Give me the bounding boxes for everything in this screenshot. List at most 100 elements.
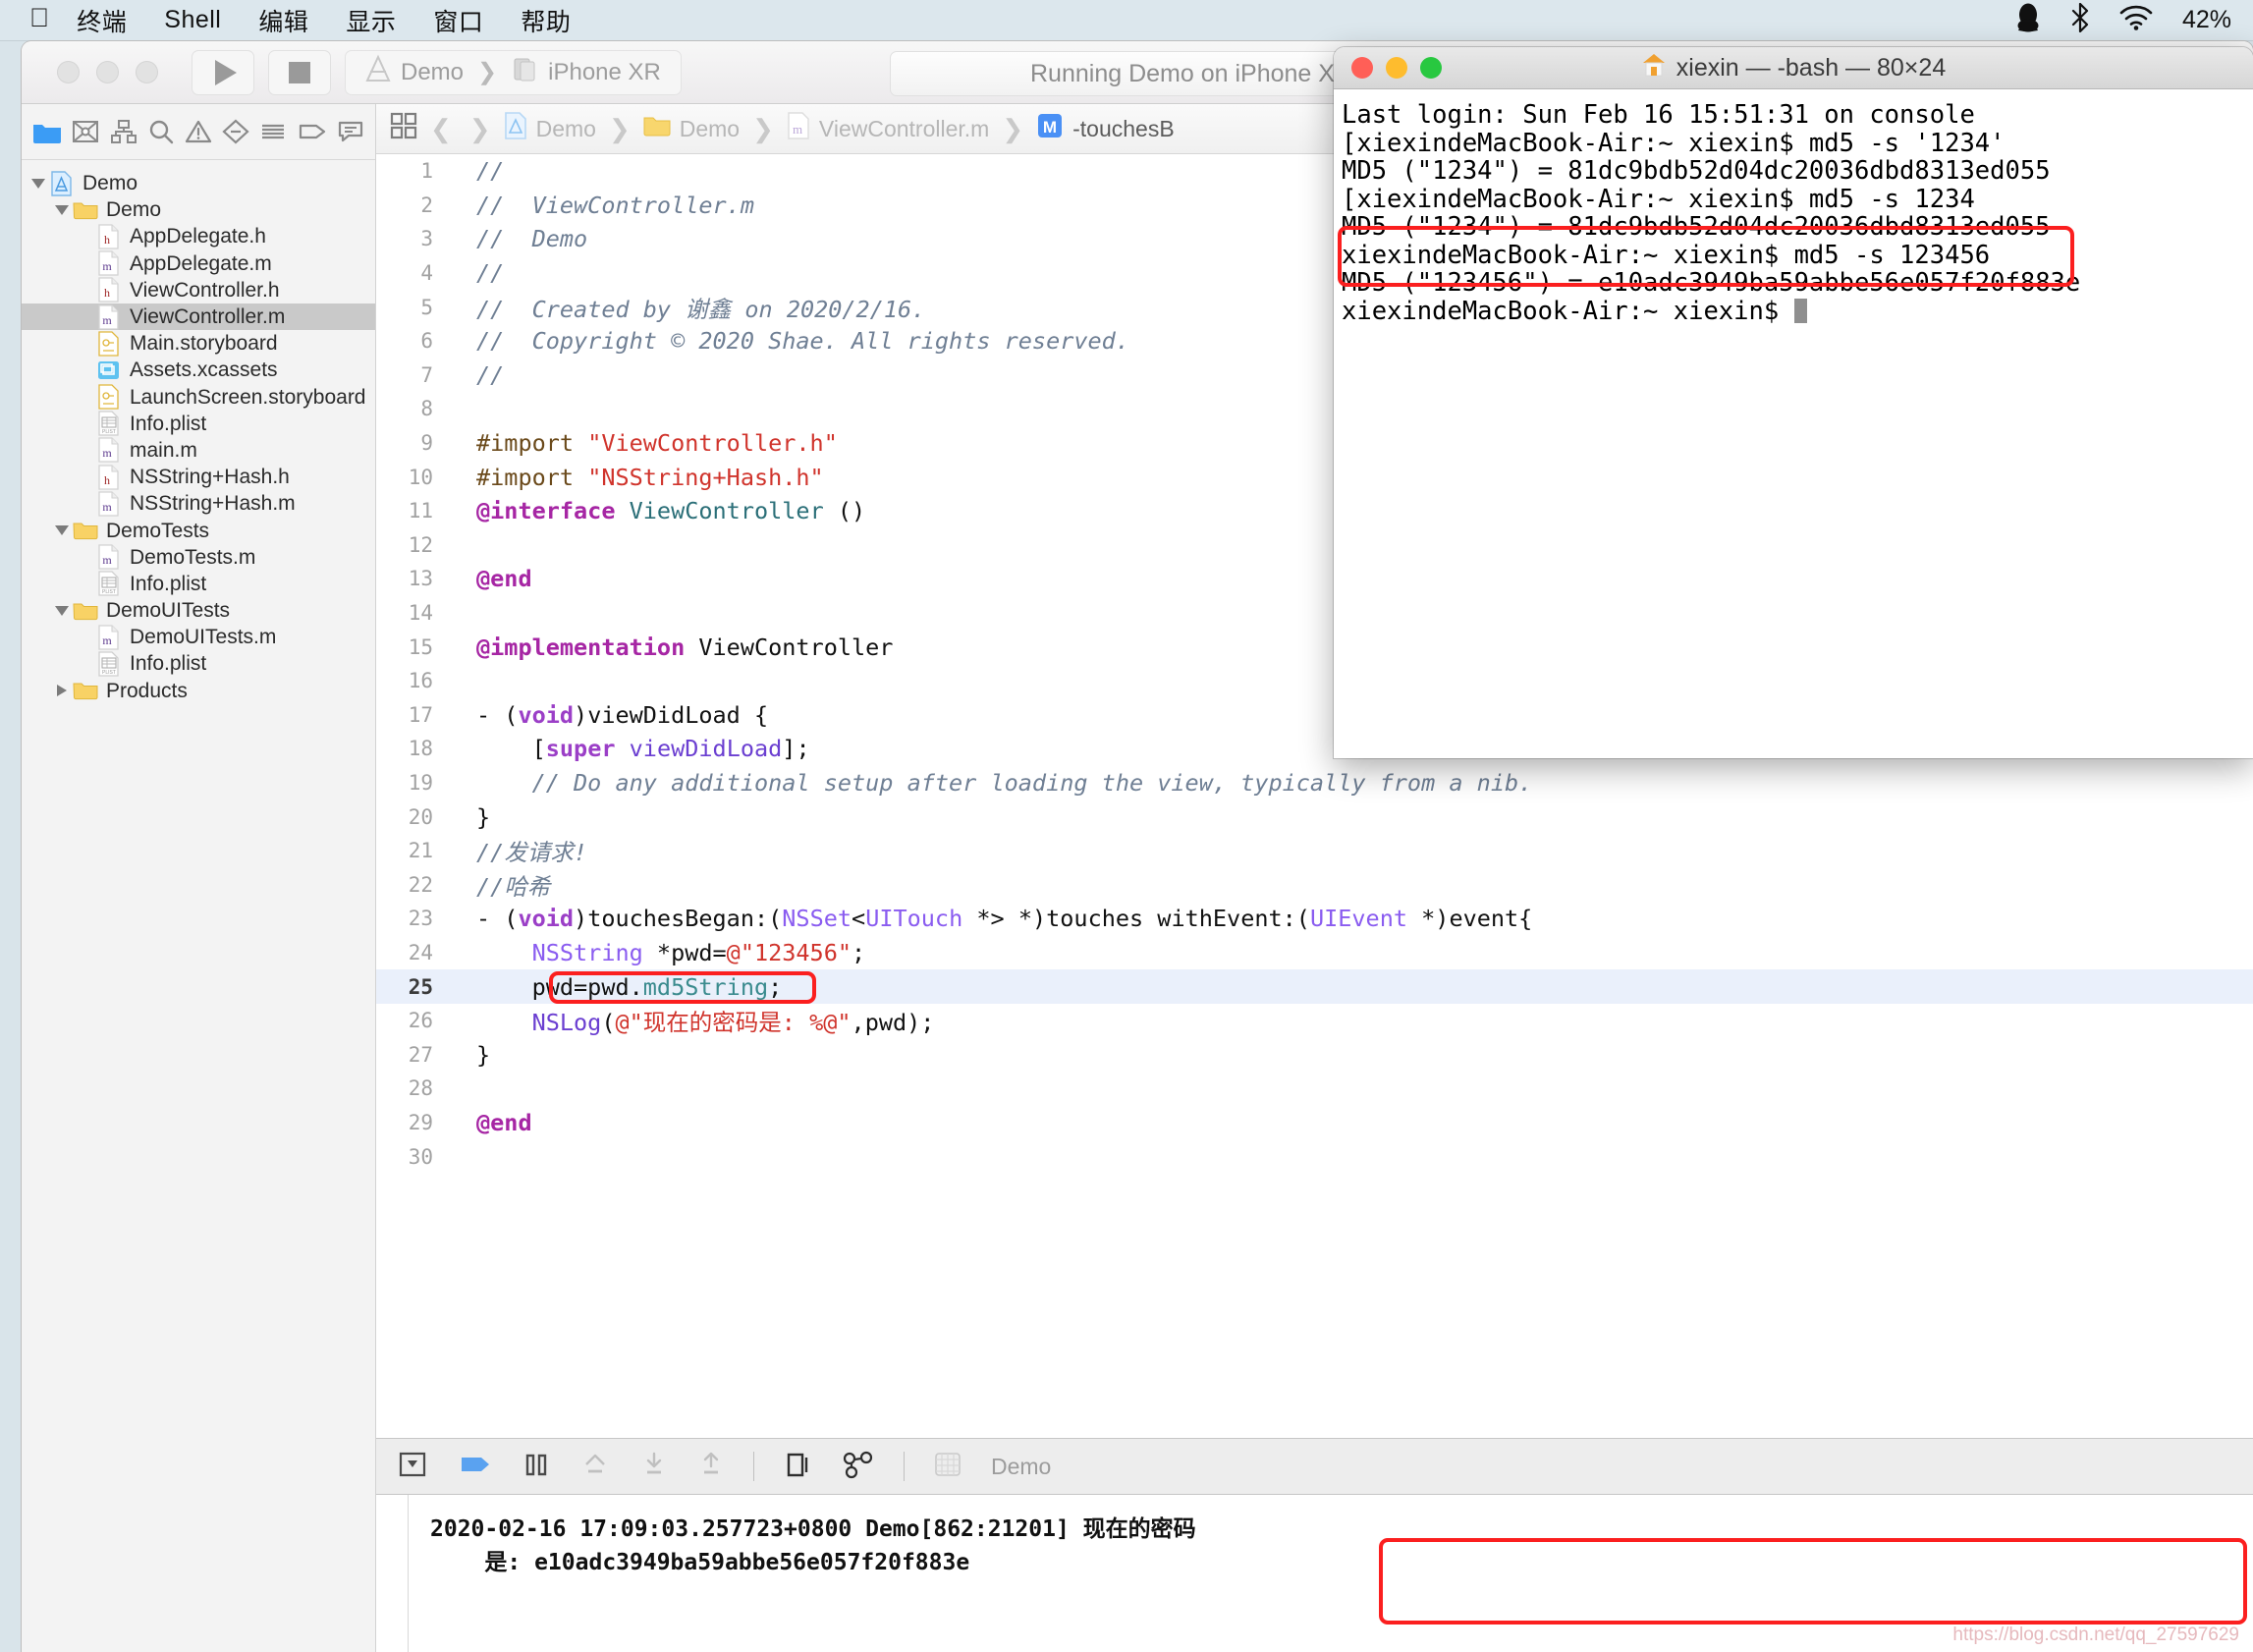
menu-item-view[interactable]: 显示	[346, 3, 396, 38]
tree-item-demouitests-m[interactable]: m DemoUITests.m	[22, 624, 375, 650]
tree-item-nsstring-hash-h[interactable]: h NSString+Hash.h	[22, 464, 375, 490]
disclosure-triangle-open-icon[interactable]	[51, 605, 73, 616]
view-debug-icon[interactable]	[782, 1450, 813, 1484]
menu-item-window[interactable]: 窗口	[433, 3, 483, 38]
minus-diamond-icon[interactable]	[222, 119, 249, 144]
step-into-icon[interactable]	[639, 1450, 669, 1484]
terminal-cursor	[1793, 298, 1807, 323]
run-button[interactable]	[192, 49, 254, 95]
bluetooth-icon[interactable]	[2070, 2, 2090, 37]
search-icon[interactable]	[147, 119, 175, 144]
tree-item-demotests[interactable]: DemoTests	[22, 517, 375, 543]
list-icon[interactable]	[259, 119, 287, 144]
close-button[interactable]	[57, 61, 80, 83]
pause-icon[interactable]	[522, 1450, 551, 1484]
issue-warning-icon[interactable]	[185, 119, 212, 144]
menu-item-help[interactable]: 帮助	[521, 3, 571, 38]
code-line[interactable]: 28	[376, 1072, 2253, 1106]
warning-crossed-icon[interactable]	[72, 119, 99, 144]
code-line[interactable]: 23 - (void)touchesBegan:(NSSet<UITouch *>…	[376, 902, 2253, 936]
disclosure-triangle-closed-icon[interactable]	[51, 685, 73, 697]
disclosure-triangle-open-icon[interactable]	[51, 204, 73, 215]
tree-item-launchscreen-storyboard[interactable]: LaunchScreen.storyboard	[22, 384, 375, 411]
impl-file-icon: m	[96, 303, 122, 330]
tree-item-nsstring-hash-m[interactable]: m NSString+Hash.m	[22, 490, 375, 517]
tree-item-demo[interactable]: Demo	[22, 196, 375, 223]
zoom-button[interactable]	[136, 61, 158, 83]
code-line[interactable]: 21 //发请求!	[376, 834, 2253, 868]
tree-item-appdelegate-m[interactable]: m AppDelegate.m	[22, 250, 375, 277]
code-line[interactable]: 24 NSString *pwd=@"123456";	[376, 936, 2253, 970]
tree-item-viewcontroller-m[interactable]: m ViewController.m	[22, 303, 375, 331]
tree-item-info-plist[interactable]: PLIST Info.plist	[22, 411, 375, 437]
tree-item-info-plist[interactable]: PLIST Info.plist	[22, 571, 375, 597]
chevron-right-icon[interactable]: ❯	[469, 114, 491, 144]
penguin-icon[interactable]	[2015, 3, 2041, 37]
tree-item-label: Products	[106, 679, 188, 702]
code-line[interactable]: 22 //哈希	[376, 867, 2253, 902]
tree-item-main-storyboard[interactable]: Main.storyboard	[22, 330, 375, 357]
menu-item-terminal[interactable]: 终端	[77, 3, 127, 38]
folder-icon[interactable]	[32, 119, 62, 144]
tree-item-appdelegate-h[interactable]: h AppDelegate.h	[22, 223, 375, 249]
breadcrumb-project[interactable]: Demo	[504, 112, 596, 145]
menu-item-edit[interactable]: 编辑	[258, 3, 308, 38]
minimize-button[interactable]	[96, 61, 119, 83]
terminal-output[interactable]: Last login: Sun Feb 16 15:51:31 on conso…	[1334, 89, 2253, 325]
apple-logo-icon[interactable]: 	[29, 5, 49, 31]
code-token: ViewController	[685, 633, 894, 661]
tree-item-products[interactable]: Products	[22, 678, 375, 704]
breadcrumb-symbol[interactable]: M -touchesB	[1036, 112, 1175, 145]
code-line[interactable]: 25 pwd=pwd.md5String;	[376, 969, 2253, 1004]
macos-menu-bar:  终端 Shell 编辑 显示 窗口 帮助 42%	[0, 0, 2253, 41]
code-text: // Demo	[447, 225, 587, 252]
breadcrumb-file[interactable]: m ViewController.m	[787, 112, 989, 145]
code-token: @interface	[476, 497, 616, 525]
comment-icon[interactable]	[337, 119, 364, 144]
code-token: void	[518, 905, 575, 933]
code-text: #import "ViewController.h"	[447, 429, 838, 457]
code-token: *)event{	[1407, 905, 1533, 933]
tree-item-demotests-m[interactable]: m DemoTests.m	[22, 544, 375, 571]
window-traffic-lights[interactable]	[57, 61, 158, 83]
code-line[interactable]: 19 // Do any additional setup after load…	[376, 766, 2253, 800]
svg-text:h: h	[104, 286, 110, 300]
tree-item-viewcontroller-h[interactable]: h ViewController.h	[22, 277, 375, 303]
tag-icon[interactable]	[298, 119, 327, 144]
project-navigator-tree[interactable]: Demo Demo h AppDelegate.h m AppDelegate.m h Vie…	[22, 160, 375, 1652]
tree-item-demouitests[interactable]: DemoUITests	[22, 597, 375, 624]
tree-item-label: Info.plist	[130, 572, 207, 595]
code-line[interactable]: 26 NSLog(@"现在的密码是: %@",pwd);	[376, 1004, 2253, 1038]
tree-item-demo[interactable]: Demo	[22, 170, 375, 196]
disclosure-triangle-open-icon[interactable]	[27, 178, 49, 189]
tree-item-label: Info.plist	[130, 412, 207, 435]
step-over-icon[interactable]	[578, 1450, 612, 1484]
disclosure-triangle-open-icon[interactable]	[51, 525, 73, 536]
hierarchy-icon[interactable]	[110, 119, 137, 144]
tree-item-main-m[interactable]: m main.m	[22, 437, 375, 464]
code-token: // ViewController.m	[476, 191, 754, 219]
folder-yellow-icon	[73, 598, 98, 624]
code-line[interactable]: 27}	[376, 1037, 2253, 1072]
continue-flag-icon[interactable]	[459, 1450, 494, 1484]
stop-button[interactable]	[268, 49, 331, 95]
tree-item-assets-xcassets[interactable]: Assets.xcassets	[22, 357, 375, 383]
code-token: ];	[782, 735, 810, 763]
menu-item-shell[interactable]: Shell	[164, 6, 221, 34]
code-line[interactable]: 20}	[376, 799, 2253, 834]
chevron-left-icon[interactable]: ❮	[430, 114, 452, 144]
debug-console[interactable]: 2020-02-16 17:09:03.257723+0800 Demo[862…	[376, 1495, 2253, 1652]
breadcrumb-group[interactable]: Demo	[643, 113, 740, 144]
console-output: 2020-02-16 17:09:03.257723+0800 Demo[862…	[409, 1495, 1196, 1652]
related-items-icon[interactable]	[390, 112, 417, 145]
memory-graph-icon[interactable]	[841, 1450, 876, 1484]
code-line[interactable]: 29 @end	[376, 1106, 2253, 1140]
wifi-icon[interactable]	[2119, 5, 2153, 35]
code-token: )viewDidLoad {	[574, 700, 769, 729]
step-out-icon[interactable]	[696, 1450, 726, 1484]
tree-item-info-plist[interactable]: PLIST Info.plist	[22, 650, 375, 677]
scheme-selector[interactable]: Demo ❯ iPhone XR	[345, 49, 682, 95]
code-line[interactable]: 30	[376, 1139, 2253, 1174]
code-token: // Do any additional setup after loading…	[476, 768, 1533, 797]
hide-console-icon[interactable]	[398, 1450, 431, 1484]
